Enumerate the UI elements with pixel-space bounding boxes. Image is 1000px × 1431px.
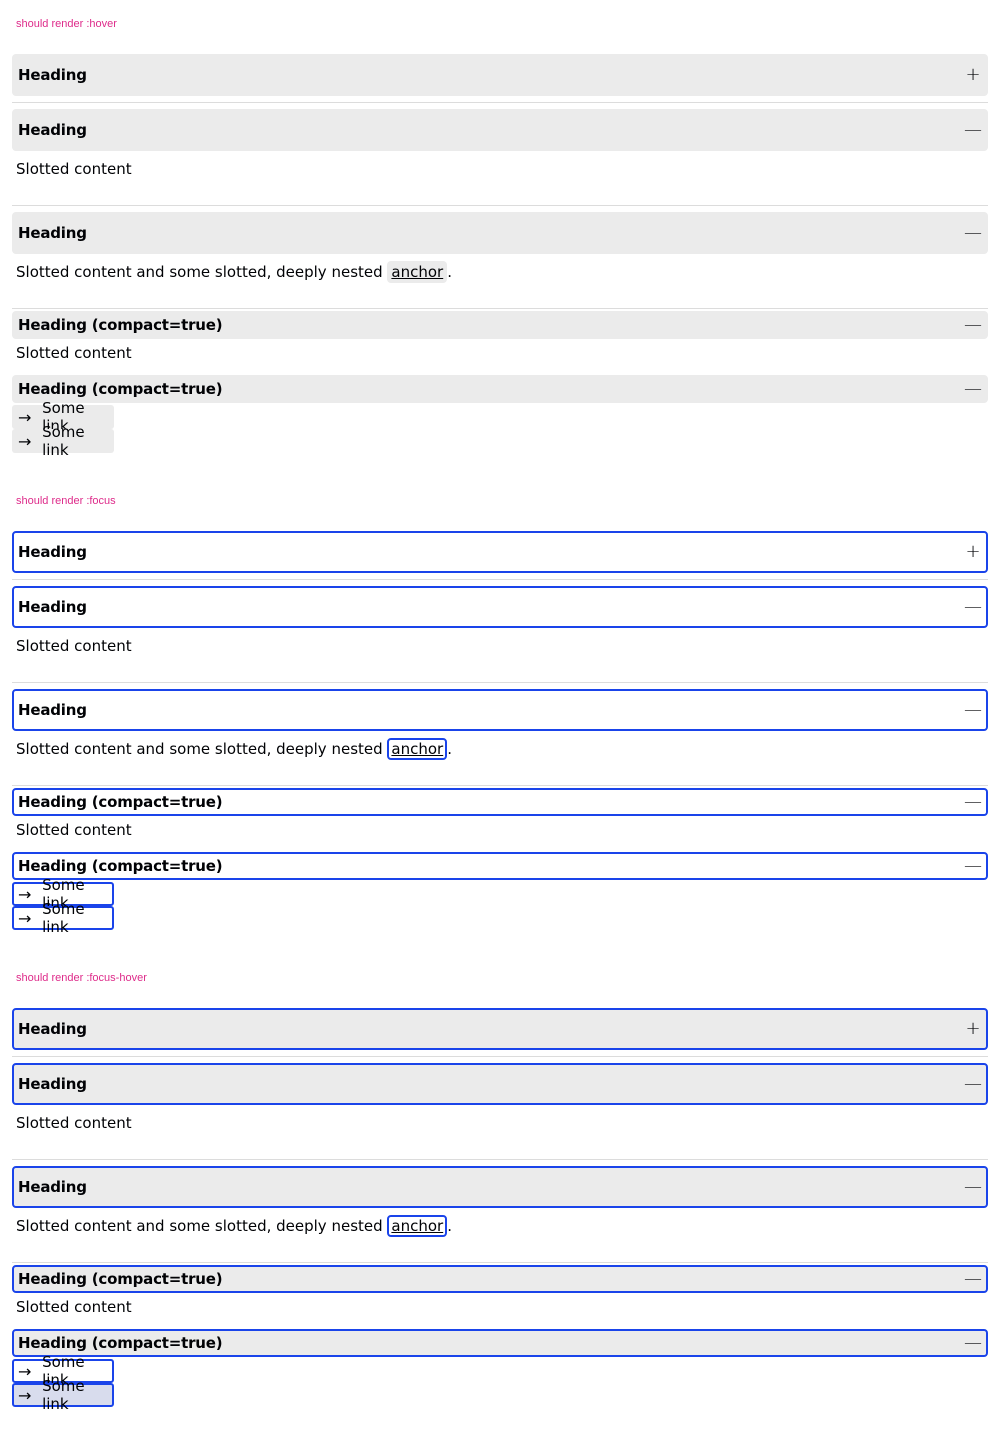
heading-label: Heading xyxy=(18,1075,87,1093)
heading-label: Heading xyxy=(18,543,87,561)
section-title: should render :focus xyxy=(16,495,116,507)
nested-anchor-link[interactable]: anchor xyxy=(387,1215,448,1237)
divider xyxy=(12,1056,988,1057)
arrow-right-icon: → xyxy=(18,1385,32,1405)
arrow-right-icon: → xyxy=(18,908,32,928)
heading-label: Heading (compact=true) xyxy=(18,1270,223,1288)
minus-icon: — xyxy=(964,596,982,617)
link-item[interactable]: → Some link xyxy=(12,900,114,936)
divider xyxy=(12,1159,988,1160)
minus-icon: — xyxy=(964,855,982,876)
section-focus-hover: should render :focus-hover Heading + Hea… xyxy=(0,954,1000,1431)
accordion-content: Slotted content xyxy=(16,637,132,655)
minus-icon: — xyxy=(964,1268,982,1289)
section-title: should render :focus-hover xyxy=(16,972,147,984)
accordion-heading-compact[interactable]: Heading (compact=true) — xyxy=(12,375,988,403)
minus-icon: — xyxy=(964,314,982,335)
minus-icon: — xyxy=(964,1176,982,1197)
divider xyxy=(12,785,988,786)
heading-label: Heading (compact=true) xyxy=(18,857,223,875)
plus-icon: + xyxy=(965,64,981,85)
accordion-heading-compact[interactable]: Heading (compact=true) — xyxy=(12,1265,988,1293)
plus-icon: + xyxy=(965,1018,981,1039)
minus-icon: — xyxy=(964,699,982,720)
minus-icon: — xyxy=(964,1332,982,1353)
accordion-heading-collapsed[interactable]: Heading + xyxy=(12,54,988,96)
nested-anchor-link[interactable]: anchor xyxy=(387,261,448,283)
link-label: Some link xyxy=(42,900,85,936)
link-item[interactable]: → Some link xyxy=(12,423,114,459)
accordion-content: Slotted content xyxy=(16,160,132,178)
heading-label: Heading (compact=true) xyxy=(18,793,223,811)
minus-icon: — xyxy=(964,222,982,243)
nested-anchor-link[interactable]: anchor xyxy=(387,738,448,760)
heading-label: Heading xyxy=(18,1020,87,1038)
accordion-heading-collapsed[interactable]: Heading + xyxy=(12,531,988,573)
divider xyxy=(12,1262,988,1263)
accordion-content-nested: Slotted content and some slotted, deeply… xyxy=(16,738,452,760)
heading-label: Heading xyxy=(18,598,87,616)
minus-icon: — xyxy=(964,791,982,812)
accordion-content: Slotted content xyxy=(16,1114,132,1132)
heading-label: Heading (compact=true) xyxy=(18,316,223,334)
heading-label: Heading xyxy=(18,66,87,84)
arrow-right-icon: → xyxy=(18,407,32,427)
accordion-heading-compact[interactable]: Heading (compact=true) — xyxy=(12,311,988,339)
section-focus: should render :focus Heading + Heading —… xyxy=(0,477,1000,954)
accordion-heading-compact[interactable]: Heading (compact=true) — xyxy=(12,788,988,816)
section-hover: should render :hover Heading + Heading —… xyxy=(0,0,1000,477)
accordion-heading-open[interactable]: Heading — xyxy=(12,586,988,628)
accordion-heading-collapsed[interactable]: Heading + xyxy=(12,1008,988,1050)
accordion-heading-open[interactable]: Heading — xyxy=(12,1063,988,1105)
link-label: Some link xyxy=(42,423,85,459)
accordion-content: Slotted content xyxy=(16,1298,132,1316)
accordion-content: Slotted content xyxy=(16,821,132,839)
heading-label: Heading (compact=true) xyxy=(18,380,223,398)
plus-icon: + xyxy=(965,541,981,562)
accordion-content: Slotted content xyxy=(16,344,132,362)
heading-label: Heading xyxy=(18,121,87,139)
accordion-heading-compact[interactable]: Heading (compact=true) — xyxy=(12,1329,988,1357)
arrow-right-icon: → xyxy=(18,431,32,451)
minus-icon: — xyxy=(964,119,982,140)
accordion-heading-open[interactable]: Heading — xyxy=(12,212,988,254)
accordion-heading-open[interactable]: Heading — xyxy=(12,689,988,731)
divider xyxy=(12,579,988,580)
divider xyxy=(12,102,988,103)
arrow-right-icon: → xyxy=(18,1361,32,1381)
accordion-content-nested: Slotted content and some slotted, deeply… xyxy=(16,1215,452,1237)
heading-label: Heading xyxy=(18,1178,87,1196)
divider xyxy=(12,308,988,309)
minus-icon: — xyxy=(964,378,982,399)
divider xyxy=(12,682,988,683)
heading-label: Heading xyxy=(18,701,87,719)
link-label: Some link xyxy=(42,1377,85,1413)
minus-icon: — xyxy=(964,1073,982,1094)
section-title: should render :hover xyxy=(16,18,117,30)
accordion-content-nested: Slotted content and some slotted, deeply… xyxy=(16,261,452,283)
link-item[interactable]: → Some link xyxy=(12,1377,114,1413)
accordion-heading-open[interactable]: Heading — xyxy=(12,109,988,151)
heading-label: Heading (compact=true) xyxy=(18,1334,223,1352)
accordion-heading-compact[interactable]: Heading (compact=true) — xyxy=(12,852,988,880)
heading-label: Heading xyxy=(18,224,87,242)
arrow-right-icon: → xyxy=(18,884,32,904)
divider xyxy=(12,205,988,206)
accordion-heading-open[interactable]: Heading — xyxy=(12,1166,988,1208)
